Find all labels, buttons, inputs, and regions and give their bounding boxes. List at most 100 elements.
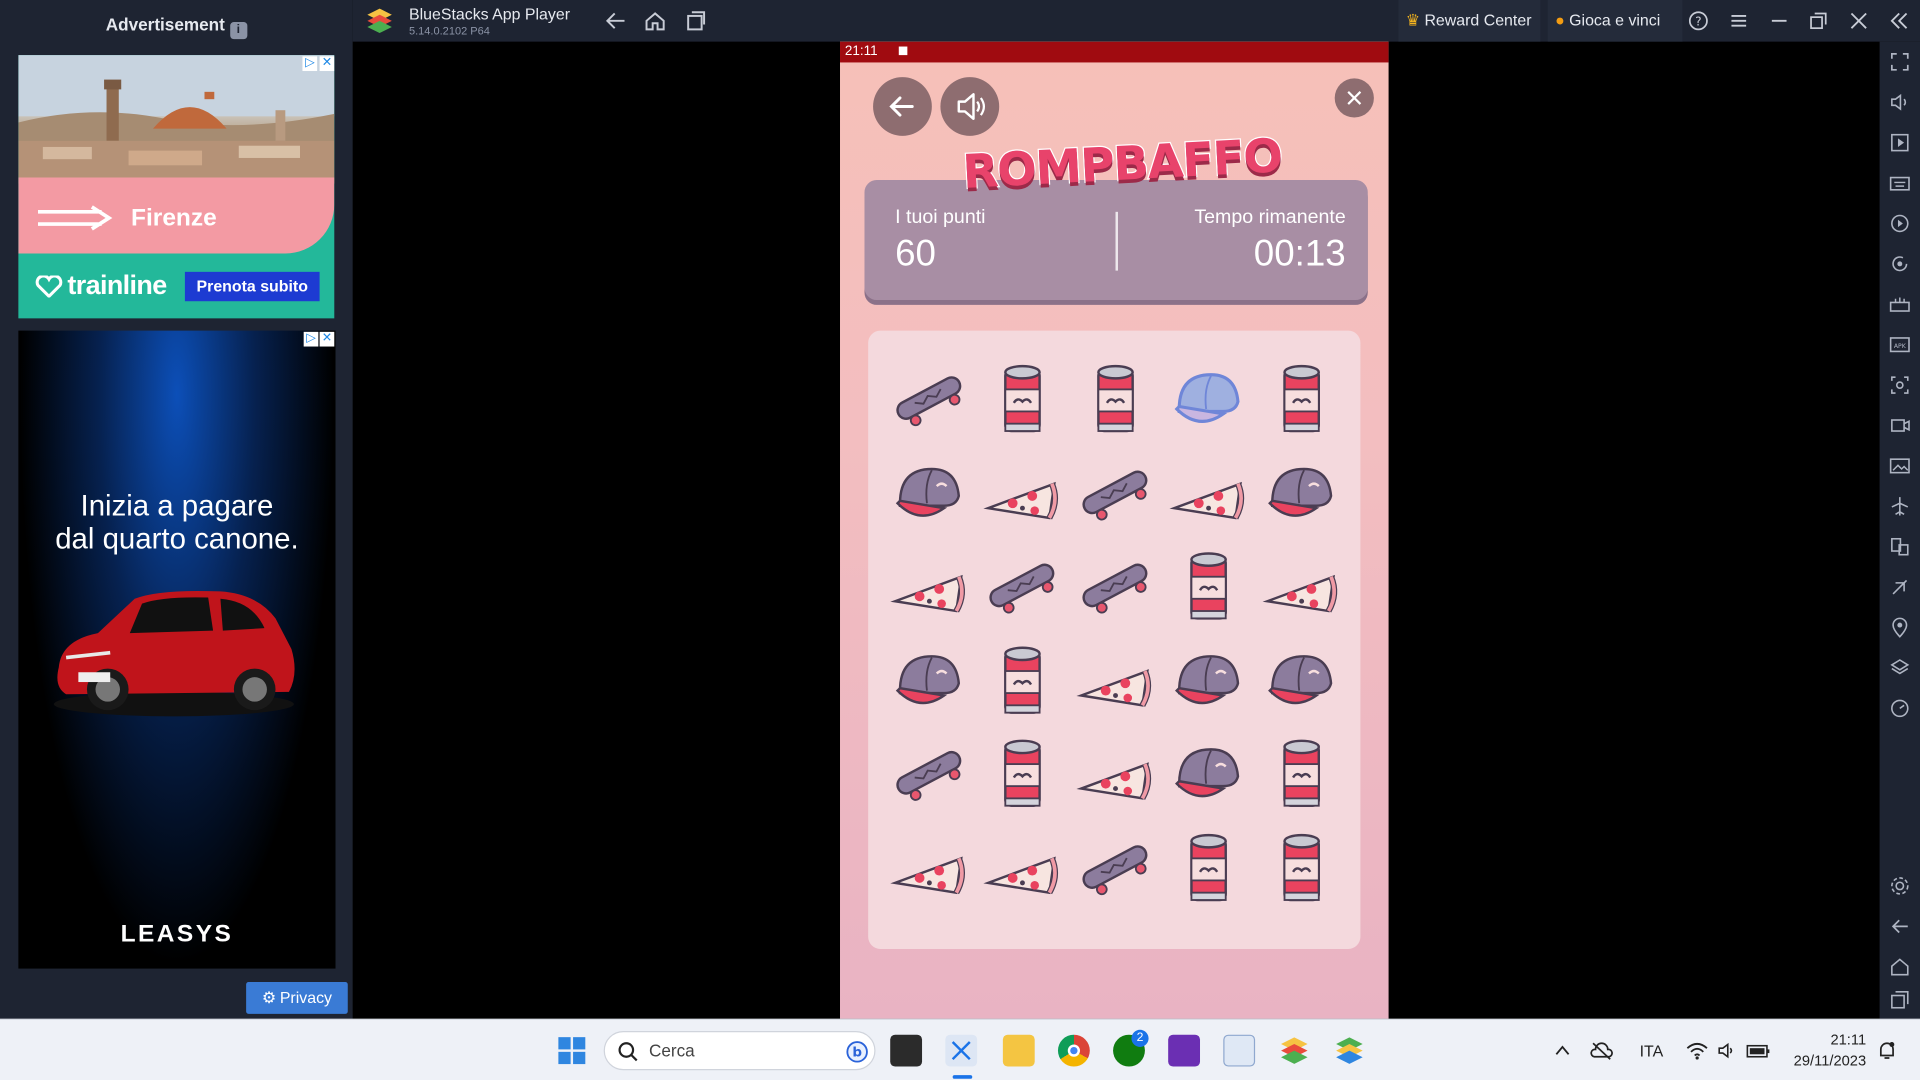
ad-banner-leasys[interactable]: ▷ ✕ Inizia a pagare dal quarto canone. L…: [18, 330, 336, 969]
game-tile-pizza[interactable]: [1069, 634, 1162, 727]
start-icon[interactable]: [557, 1036, 586, 1065]
game-tile-cap[interactable]: [1255, 634, 1348, 727]
file-explorer-icon[interactable]: [1002, 1034, 1035, 1067]
menu-icon[interactable]: [1728, 10, 1750, 32]
bing-icon[interactable]: b: [845, 1040, 869, 1064]
collapse-sidebar-icon[interactable]: [1888, 10, 1910, 32]
game-tile-cap[interactable]: [1162, 634, 1255, 727]
airplane-icon[interactable]: [1889, 496, 1910, 517]
play-and-win-button[interactable]: ● Gioca e vinci: [1547, 0, 1683, 42]
ad-close-icon[interactable]: ✕: [319, 56, 335, 72]
chrome-icon[interactable]: [1057, 1034, 1090, 1067]
taskbar-search[interactable]: Cerca b: [603, 1031, 876, 1071]
fullscreen-icon[interactable]: [1889, 51, 1910, 72]
wifi-icon[interactable]: [1686, 1041, 1708, 1061]
bluestacks-taskbar-icon[interactable]: [1278, 1035, 1310, 1067]
game-tile-soda-can[interactable]: [976, 727, 1069, 820]
android-back-icon[interactable]: [1889, 916, 1910, 937]
game-tile-soda-can[interactable]: [1255, 353, 1348, 446]
sound-toggle-button[interactable]: [940, 77, 1000, 136]
ad-banner-trainline[interactable]: ▷ ✕ Firenze trainline Prenota subito: [18, 55, 335, 319]
restore-icon[interactable]: [1807, 10, 1829, 32]
gamepad-icon[interactable]: [1889, 294, 1910, 315]
game-tile-cap[interactable]: [883, 634, 976, 727]
game-tile-pizza[interactable]: [976, 821, 1069, 914]
android-home-icon[interactable]: [1889, 956, 1910, 977]
game-back-button[interactable]: [873, 77, 932, 136]
app-icon-purple[interactable]: [1168, 1034, 1201, 1067]
android-recents-icon[interactable]: [1889, 989, 1910, 1010]
game-tile-skateboard[interactable]: [1069, 446, 1162, 539]
onedrive-icon[interactable]: [1589, 1040, 1613, 1062]
game-close-button[interactable]: [1334, 78, 1374, 118]
volume-icon[interactable]: [1889, 92, 1910, 113]
location-icon[interactable]: [1889, 617, 1910, 638]
performance-icon[interactable]: [1889, 698, 1910, 719]
game-tile-skateboard[interactable]: [883, 353, 976, 446]
game-tile-pizza[interactable]: [976, 446, 1069, 539]
gear-icon: ⚙: [261, 988, 277, 1007]
score-value: 60: [895, 233, 936, 275]
reward-center-button[interactable]: ♛ Reward Center: [1398, 0, 1541, 42]
game-tile-skateboard[interactable]: [1069, 821, 1162, 914]
book-now-button[interactable]: Prenota subito: [184, 271, 320, 302]
bluestacks-x-taskbar-icon[interactable]: [1333, 1035, 1365, 1067]
speaker-icon[interactable]: [1717, 1041, 1737, 1061]
info-icon[interactable]: i: [229, 22, 247, 40]
game-tile-soda-can[interactable]: [1162, 821, 1255, 914]
recent-apps-icon[interactable]: [684, 10, 706, 32]
keyboard-icon[interactable]: [1889, 173, 1910, 194]
task-view-icon[interactable]: [890, 1034, 923, 1067]
layers-icon[interactable]: [1889, 658, 1910, 679]
game-tile-cap-selected[interactable]: [1162, 353, 1255, 446]
game-tile-cap[interactable]: [1162, 727, 1255, 820]
game-tile-skateboard[interactable]: [976, 540, 1069, 633]
game-tile-pizza[interactable]: [1069, 727, 1162, 820]
snipping-tool-icon[interactable]: [945, 1034, 978, 1067]
game-tile-cap[interactable]: [883, 446, 976, 539]
game-tile-skateboard[interactable]: [1069, 540, 1162, 633]
game-tile-pizza[interactable]: [883, 540, 976, 633]
ad-close-icon[interactable]: ✕: [319, 331, 335, 347]
notification-bell-icon[interactable]: [1876, 1040, 1898, 1062]
game-board[interactable]: [868, 330, 1361, 949]
eco-mode-icon[interactable]: [1889, 577, 1910, 598]
macro-icon[interactable]: [1889, 213, 1910, 234]
minimize-icon[interactable]: [1768, 10, 1790, 32]
game-tile-soda-can[interactable]: [1255, 821, 1348, 914]
adchoices-icon[interactable]: ▷: [303, 331, 319, 347]
clock-date[interactable]: 29/11/2023: [1780, 1052, 1866, 1069]
game-tile-skateboard[interactable]: [883, 727, 976, 820]
home-icon[interactable]: [644, 10, 666, 32]
media-folder-icon[interactable]: [1889, 456, 1910, 477]
settings-icon[interactable]: [1889, 876, 1910, 897]
media-icon[interactable]: [1889, 132, 1910, 153]
monitor-app-icon[interactable]: [1223, 1034, 1256, 1067]
game-tile-soda-can[interactable]: [976, 353, 1069, 446]
back-arrow-icon[interactable]: [605, 10, 627, 32]
battery-icon[interactable]: [1746, 1041, 1770, 1061]
record-icon[interactable]: [1889, 415, 1910, 436]
apk-install-icon[interactable]: APK: [1889, 334, 1910, 355]
clock-time[interactable]: 21:11: [1810, 1031, 1866, 1048]
game-tile-soda-can[interactable]: [1069, 353, 1162, 446]
rotate-icon[interactable]: [1889, 253, 1910, 274]
game-tile-pizza[interactable]: [1162, 446, 1255, 539]
help-icon[interactable]: ?: [1687, 10, 1709, 32]
ad-headline: Inizia a pagare dal quarto canone.: [55, 489, 299, 556]
game-tile-soda-can[interactable]: [1162, 540, 1255, 633]
ad-brand: trainline: [67, 269, 167, 301]
android-screen[interactable]: 21:11 I tuoi punti 60 Tempo rimanente 00…: [840, 41, 1389, 1019]
game-tile-pizza[interactable]: [883, 821, 976, 914]
screenshot-icon[interactable]: [1889, 375, 1910, 396]
game-tile-soda-can[interactable]: [976, 634, 1069, 727]
multi-instance-icon[interactable]: [1889, 536, 1910, 557]
chevron-up-icon[interactable]: [1553, 1041, 1573, 1061]
game-tile-pizza[interactable]: [1255, 540, 1348, 633]
game-tile-soda-can[interactable]: [1255, 727, 1348, 820]
adchoices-icon[interactable]: ▷: [302, 56, 318, 72]
game-tile-cap[interactable]: [1255, 446, 1348, 539]
close-icon[interactable]: [1848, 10, 1870, 32]
language-indicator[interactable]: ITA: [1640, 1042, 1664, 1060]
privacy-button[interactable]: ⚙ Privacy: [246, 982, 348, 1014]
